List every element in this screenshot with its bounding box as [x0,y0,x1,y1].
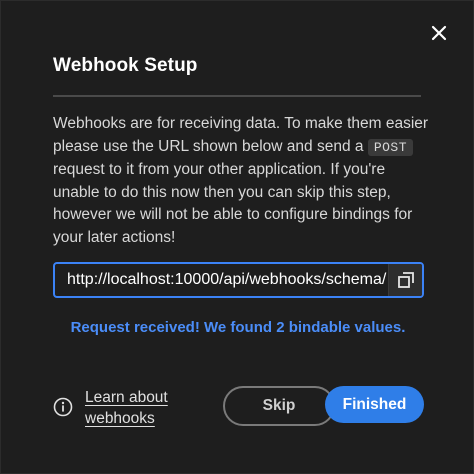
skip-button[interactable]: Skip [223,386,335,426]
dialog-title: Webhook Setup [53,55,198,76]
copy-url-button[interactable] [388,264,422,296]
status-message: Request received! We found 2 bindable va… [70,319,406,336]
close-icon [431,25,447,41]
webhook-url-input[interactable] [55,264,387,296]
dialog-description: Webhooks are for receiving data. To make… [53,113,429,249]
post-method-code: POST [367,138,414,156]
learn-about-webhooks-link[interactable]: Learn about webhooks [85,387,177,429]
close-button[interactable] [427,21,451,45]
title-divider [53,95,421,97]
webhook-setup-dialog: Webhook Setup Webhooks are for receiving… [0,0,474,474]
learn-about-webhooks: Learn about webhooks [53,387,177,429]
webhook-url-field [53,262,424,298]
description-text-end: request to it from your other applicatio… [53,161,413,246]
info-icon [53,397,73,417]
finished-button[interactable]: Finished [325,386,424,423]
copy-icon [397,272,414,288]
